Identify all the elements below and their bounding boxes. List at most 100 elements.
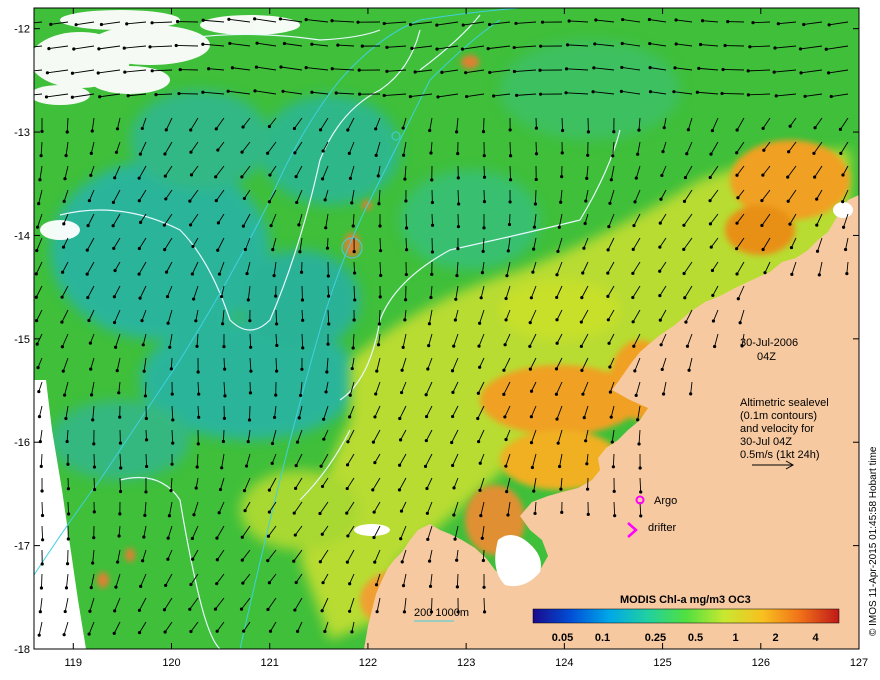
colorbar-tick-label: 2 xyxy=(772,632,778,644)
velocity-arrow-head xyxy=(503,415,507,419)
velocity-arrow-head xyxy=(163,152,167,156)
velocity-arrow-head xyxy=(189,128,193,132)
velocity-arrow-head xyxy=(661,392,666,396)
velocity-arrow-head xyxy=(90,129,94,133)
velocity-arrow-head xyxy=(140,319,144,323)
velocity-arrow-head xyxy=(488,70,492,75)
lon-tick-label: 119 xyxy=(65,657,83,669)
velocity-arrow-head xyxy=(608,201,612,205)
velocity-arrow-head xyxy=(345,511,349,515)
velocity-arrow-head xyxy=(633,369,637,373)
velocity-arrow-head xyxy=(346,440,350,444)
velocity-arrow-head xyxy=(452,344,456,348)
velocity-arrow-head xyxy=(608,390,612,394)
velocity-arrow-head xyxy=(540,20,545,24)
colorbar-title: MODIS Chl-a mg/m3 OC3 xyxy=(620,594,751,606)
velocity-arrow-head xyxy=(215,558,219,562)
velocity-arrow-head xyxy=(66,487,71,491)
velocity-arrow-head xyxy=(580,368,584,372)
velocity-arrow-head xyxy=(267,200,272,204)
velocity-arrow-head xyxy=(371,440,376,444)
velocity-arrow-head xyxy=(300,367,304,371)
velocity-arrow-head xyxy=(812,151,816,155)
velocity-arrow-head xyxy=(74,23,78,27)
velocity-arrow-head xyxy=(274,294,278,298)
velocity-arrow-head xyxy=(502,392,506,396)
velocity-arrow-head xyxy=(89,367,93,371)
lat-tick-label: -17 xyxy=(14,541,30,553)
velocity-arrow-head xyxy=(720,91,724,96)
velocity-arrow-head xyxy=(505,274,509,278)
velocity-arrow-head xyxy=(66,512,71,516)
velocity-arrow-head xyxy=(352,250,356,254)
velocity-arrow-head xyxy=(118,441,123,445)
velocity-arrow-head xyxy=(585,462,589,466)
lon-tick-label: 120 xyxy=(162,657,180,669)
velocity-arrow-head xyxy=(298,393,303,398)
velocity-arrow-head xyxy=(385,45,389,49)
velocity-arrow-head xyxy=(803,94,807,98)
velocity-arrow-head xyxy=(674,18,678,22)
velocity-arrow-head xyxy=(297,223,301,227)
velocity-arrow-head xyxy=(320,484,325,489)
isobath-legend-label: 200 1000m xyxy=(414,607,469,619)
velocity-arrow-head xyxy=(658,318,662,322)
velocity-arrow-head xyxy=(620,41,624,46)
velocity-arrow-head xyxy=(171,418,175,422)
velocity-arrow-head xyxy=(164,128,168,132)
velocity-arrow-head xyxy=(144,438,149,442)
velocity-arrow-head xyxy=(559,487,563,491)
velocity-arrow-head xyxy=(144,416,148,421)
velocity-arrow-head xyxy=(736,297,740,301)
velocity-arrow-head xyxy=(430,200,435,205)
velocity-arrow-head xyxy=(295,440,300,444)
velocity-arrow-head xyxy=(113,176,117,180)
velocity-arrow-head xyxy=(399,509,404,513)
velocity-arrow-head xyxy=(60,320,64,324)
velocity-arrow-head xyxy=(293,533,297,537)
velocity-arrow-head xyxy=(242,196,247,201)
velocity-arrow xyxy=(405,213,407,228)
velocity-arrow-head xyxy=(65,562,70,566)
velocity-arrow-head xyxy=(440,70,444,74)
velocity-arrow-head xyxy=(503,343,507,347)
velocity-arrow-head xyxy=(658,245,662,249)
velocity-arrow-head xyxy=(275,343,279,348)
velocity-arrow-head xyxy=(214,175,218,179)
velocity-arrow-head xyxy=(477,439,481,444)
velocity-arrow-head xyxy=(126,94,130,98)
velocity-arrow-head xyxy=(586,130,591,134)
velocity-arrow-head xyxy=(502,368,506,372)
velocity-arrow-head xyxy=(560,510,564,514)
velocity-arrow-head xyxy=(89,393,94,397)
velocity-arrow-head xyxy=(658,269,662,273)
velocity-arrow-head xyxy=(682,199,687,204)
velocity-arrow-head xyxy=(451,463,455,468)
velocity-arrow-head xyxy=(293,151,297,155)
velocity-arrow-head xyxy=(293,608,297,612)
velocity-arrow-head xyxy=(790,272,794,276)
velocity-arrow-head xyxy=(274,393,278,397)
velocity-arrow-head xyxy=(137,199,141,203)
velocity-arrow-head xyxy=(62,633,66,637)
velocity-arrow-head xyxy=(178,67,182,72)
velocity-arrow-head xyxy=(632,344,636,348)
velocity-arrow-head xyxy=(352,318,356,322)
velocity-arrow-head xyxy=(476,416,480,421)
lon-tick-label: 123 xyxy=(457,657,475,669)
velocity-arrow-head xyxy=(401,584,406,588)
lat-tick-label: -12 xyxy=(14,24,30,36)
velocity-arrow-head xyxy=(480,536,484,540)
velocity-arrow-head xyxy=(504,437,508,442)
velocity-arrow-head xyxy=(760,223,764,228)
velocity-arrow-head xyxy=(398,438,403,442)
velocity-arrow-head xyxy=(827,23,831,27)
velocity-arrow-head xyxy=(684,320,688,324)
velocity-arrow-head xyxy=(708,222,713,226)
velocity-arrow-head xyxy=(194,486,198,490)
velocity-arrow-head xyxy=(404,248,409,252)
velocity-arrow-head xyxy=(461,23,465,27)
velocity-arrow-head xyxy=(255,41,259,45)
velocity-arrow xyxy=(534,189,537,205)
velocity-arrow-head xyxy=(532,247,536,251)
